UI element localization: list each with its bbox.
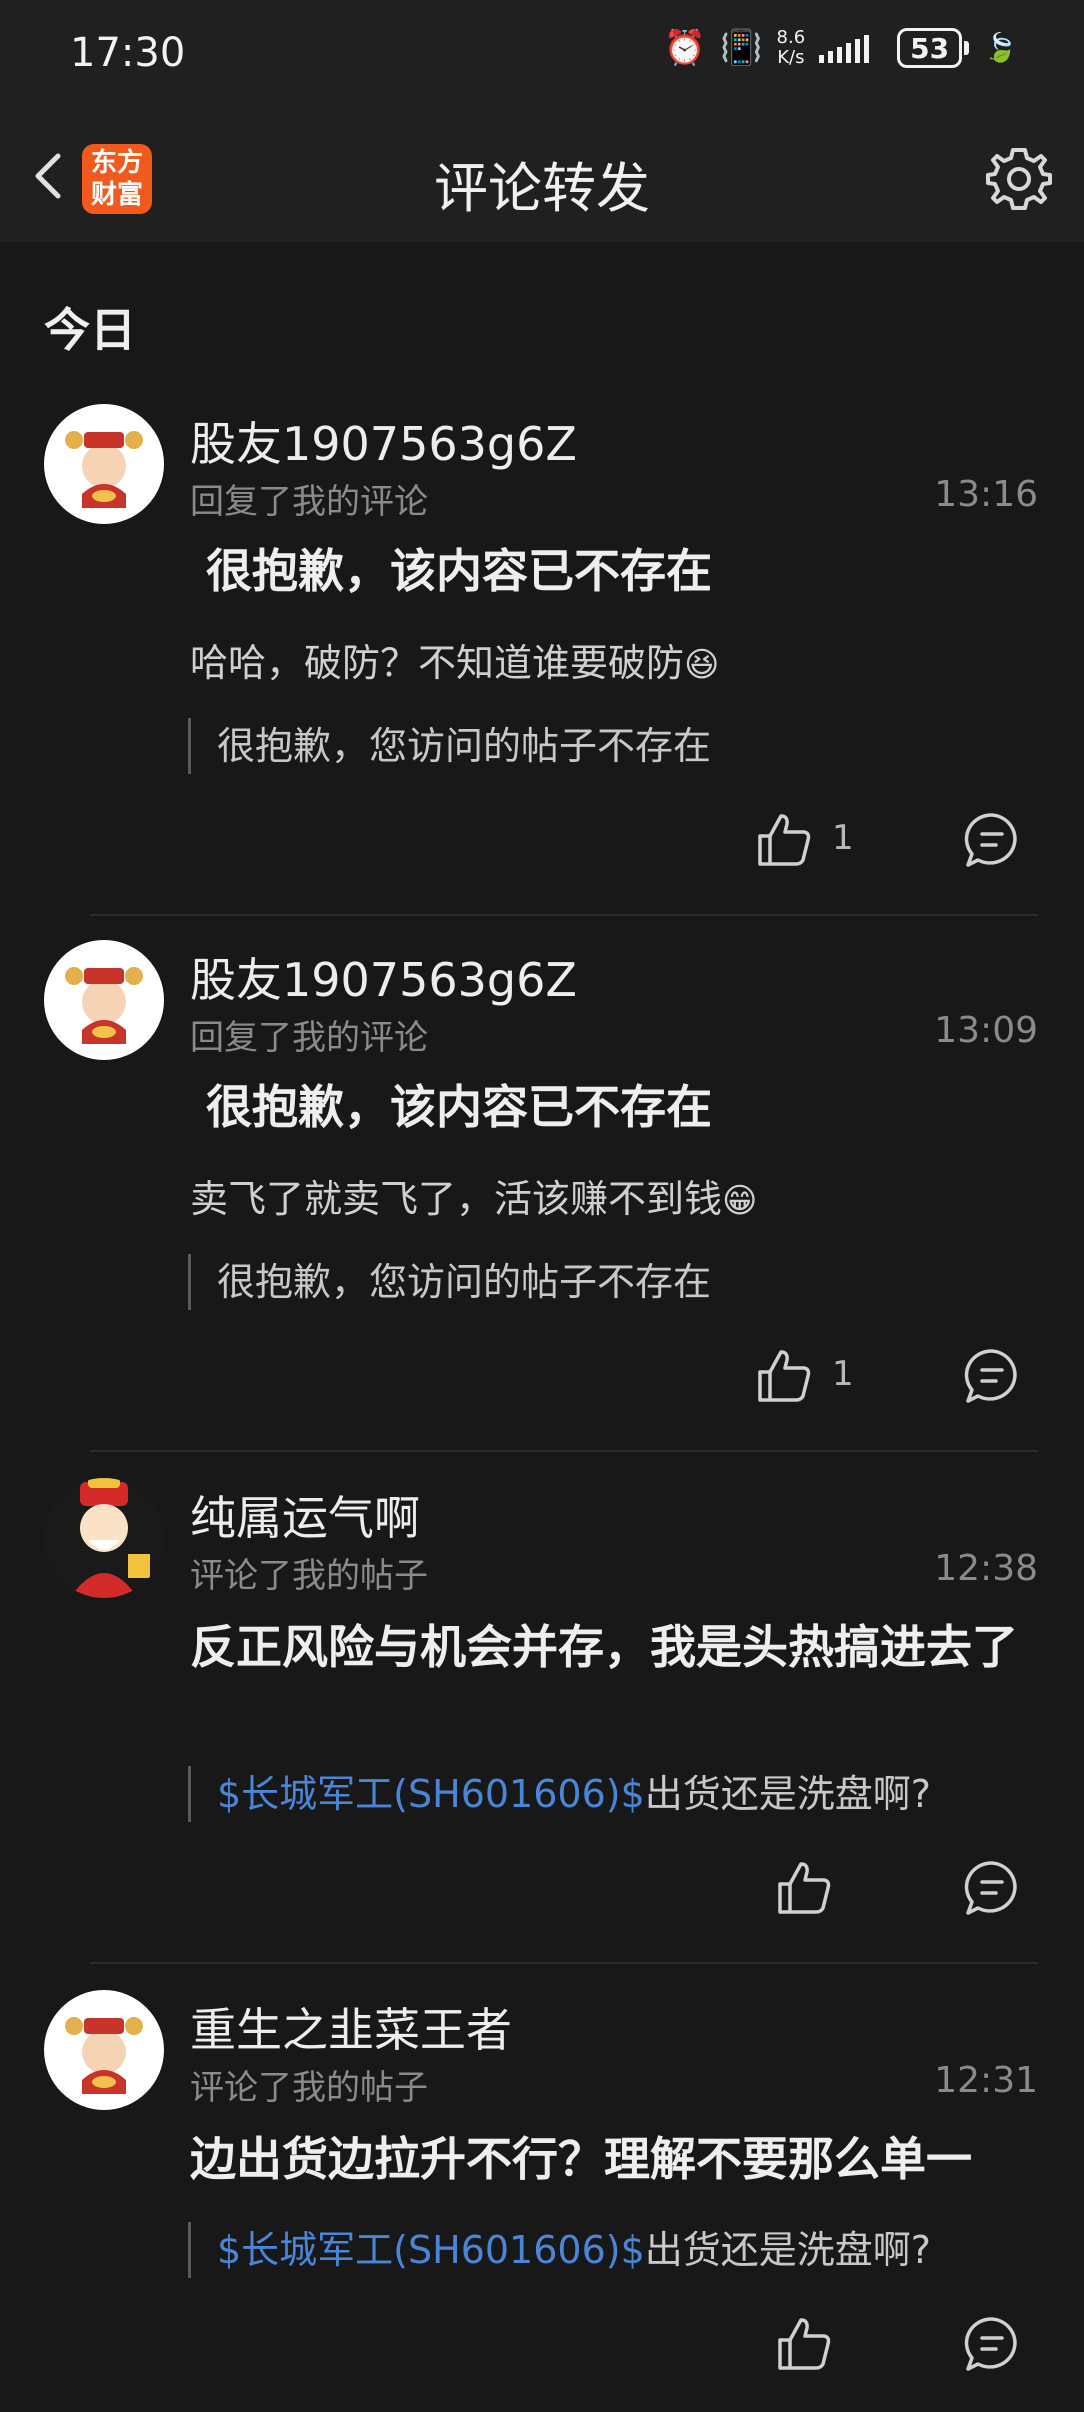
timestamp: 12:31 [934, 2060, 1038, 2101]
divider [90, 1450, 1038, 1452]
comment-text: 卖飞了就卖飞了，活该赚不到钱 [190, 1177, 723, 1221]
page-title: 评论转发 [434, 157, 650, 220]
thumbs-up-icon[interactable] [754, 1346, 814, 1406]
stock-link[interactable]: $长城军工(SH601606)$ [217, 1772, 645, 1816]
stock-link[interactable]: $长城军工(SH601606)$ [217, 2228, 645, 2272]
net-speed-unit: K/s [777, 47, 805, 68]
quote-text: 很抱歉，您访问的帖子不存在 [217, 724, 712, 768]
headline[interactable]: 很抱歉，该内容已不存在 [190, 1078, 1040, 1136]
username[interactable]: 纯属运气啊 [190, 1482, 420, 1548]
thumbs-up-icon[interactable] [754, 810, 814, 870]
headline-text: 很抱歉，该内容已不存在 [206, 544, 713, 598]
avatar-image [70, 1478, 150, 1598]
signal-icon [819, 35, 870, 63]
like-count: 1 [832, 1354, 854, 1394]
alarm-icon: ⏰ [663, 28, 707, 68]
quoted-post[interactable]: $长城军工(SH601606)$出货还是洗盘啊? [188, 2222, 931, 2278]
comment-bubble-icon[interactable] [962, 2314, 1022, 2374]
comment[interactable]: 卖飞了就卖飞了，活该赚不到钱😁 [190, 1168, 757, 1223]
quote-text: 出货还是洗盘啊? [644, 1772, 931, 1816]
list-item[interactable]: 重生之韭菜王者 评论了我的帖子 12:31 边出货边拉升不行？理解不要那么单一 … [0, 1990, 1084, 2410]
comment[interactable]: 哈哈，破防？不知道谁要破防😆 [190, 632, 719, 687]
battery-indicator: 53 [897, 28, 970, 68]
status-icons: ⏰ 📳 8.6 K/s 53 🍃 [664, 28, 1018, 68]
section-today-label: 今日 [44, 303, 136, 357]
list-item[interactable]: 纯属运气啊 评论了我的帖子 12:38 反正风险与机会并存，我是头热搞进去了 $… [0, 1478, 1084, 1958]
avatar[interactable] [44, 404, 164, 524]
quoted-post[interactable]: 很抱歉，您访问的帖子不存在 [188, 718, 711, 774]
thumbs-up-icon[interactable] [774, 2314, 834, 2374]
quote-text: 出货还是洗盘啊? [644, 2228, 931, 2272]
battery-tip [964, 41, 970, 55]
action-text: 评论了我的帖子 [190, 2068, 428, 2108]
like-count: 1 [832, 818, 854, 858]
avatar-image [65, 2017, 143, 2094]
thumbs-up-icon[interactable] [774, 1858, 834, 1918]
quoted-post[interactable]: $长城军工(SH601606)$出货还是洗盘啊? [188, 1766, 931, 1822]
username[interactable]: 股友1907563g6Z [190, 408, 577, 474]
quote-text: 很抱歉，您访问的帖子不存在 [217, 1260, 712, 1304]
list-item[interactable]: 股友1907563g6Z 回复了我的评论 13:16 很抱歉，该内容已不存在 哈… [0, 404, 1084, 934]
action-text: 回复了我的评论 [190, 1018, 428, 1058]
nav-bar: 东方 财富 评论转发 [0, 110, 1084, 242]
headline-text: 很抱歉，该内容已不存在 [206, 1080, 713, 1134]
divider [90, 1962, 1038, 1964]
comment-bubble-icon[interactable] [962, 810, 1022, 870]
leaf-icon: 🍃 [983, 31, 1018, 64]
status-time: 17:30 [70, 30, 186, 76]
timestamp: 12:38 [934, 1548, 1038, 1589]
username[interactable]: 股友1907563g6Z [190, 944, 577, 1010]
timestamp: 13:16 [934, 474, 1038, 515]
action-text: 回复了我的评论 [190, 482, 428, 522]
headline[interactable]: 反正风险与机会并存，我是头热搞进去了 [190, 1618, 1040, 1676]
vibrate-icon: 📳 [720, 28, 763, 68]
timestamp: 13:09 [934, 1010, 1038, 1051]
headline[interactable]: 边出货边拉升不行？理解不要那么单一 [190, 2130, 1040, 2188]
net-speed-value: 8.6 [776, 27, 806, 48]
grinning-emoji-icon: 😁 [722, 1181, 758, 1221]
laughing-emoji-icon: 😆 [684, 645, 720, 685]
list-item[interactable]: 股友1907563g6Z 回复了我的评论 13:09 很抱歉，该内容已不存在 卖… [0, 940, 1084, 1460]
comment-text: 哈哈，破防？不知道谁要破防 [190, 641, 685, 685]
headline[interactable]: 很抱歉，该内容已不存在 [190, 542, 1040, 600]
avatar[interactable] [44, 1990, 164, 2110]
network-speed: 8.6 K/s [777, 28, 806, 68]
status-bar: 17:30 ⏰ 📳 8.6 K/s 53 🍃 [0, 0, 1084, 110]
avatar-image [65, 967, 143, 1044]
divider [90, 914, 1038, 916]
action-text: 评论了我的帖子 [190, 1556, 428, 1596]
battery-level: 53 [897, 28, 963, 68]
comment-bubble-icon[interactable] [962, 1858, 1022, 1918]
username[interactable]: 重生之韭菜王者 [190, 1994, 512, 2060]
gear-icon[interactable] [984, 144, 1054, 214]
quoted-post[interactable]: 很抱歉，您访问的帖子不存在 [188, 1254, 711, 1310]
avatar[interactable] [44, 940, 164, 1060]
comment-bubble-icon[interactable] [962, 1346, 1022, 1406]
avatar[interactable] [44, 1478, 164, 1598]
avatar-image [65, 431, 143, 508]
